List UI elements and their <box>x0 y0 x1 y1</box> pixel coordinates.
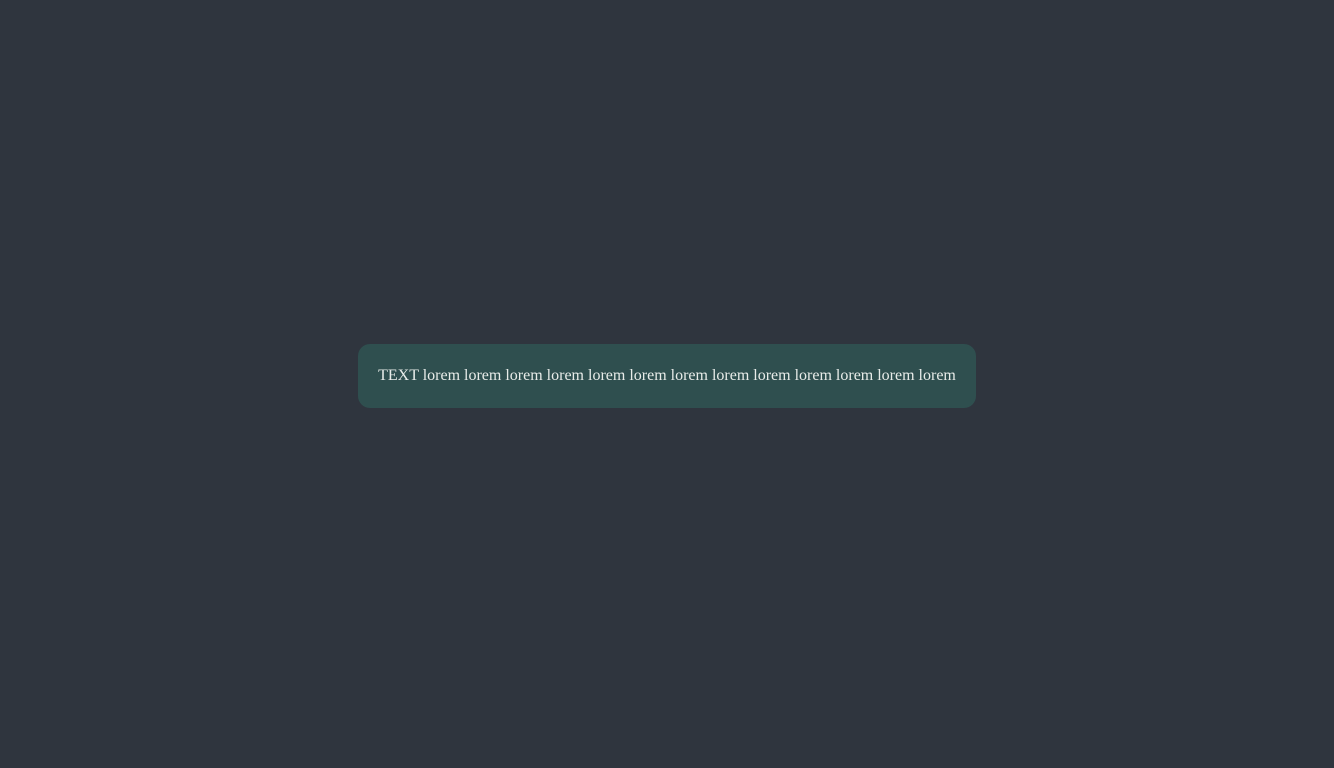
message-text: TEXT lorem lorem lorem lorem lorem lorem… <box>378 367 956 384</box>
message-box: TEXT lorem lorem lorem lorem lorem lorem… <box>358 344 976 408</box>
